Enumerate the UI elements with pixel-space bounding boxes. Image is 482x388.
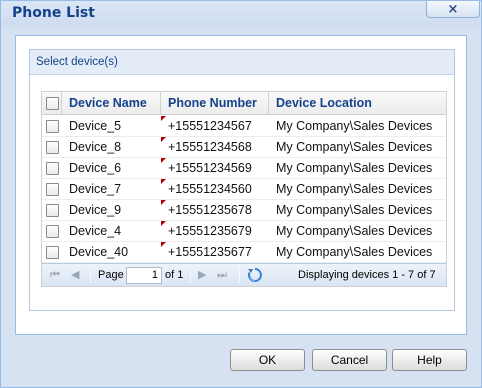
dialog-title: Phone List [12,5,95,21]
close-button[interactable]: × [426,1,480,18]
device-name-cell: Device_40 [69,245,129,259]
device-location-cell: My Company\Sales Devices [276,161,433,175]
help-button[interactable]: Help [392,349,467,371]
modified-marker [161,242,166,247]
phone-number-cell: +15551234560 [161,179,269,200]
device-name-cell: Device_7 [69,182,122,196]
table-row[interactable]: Device_7 +15551234560 My Company\Sales Dev… [42,179,446,200]
column-header-phone-number[interactable]: Phone Number [161,92,269,115]
modified-marker [161,158,166,163]
phone-number-cell: +15551235677 [161,242,269,263]
device-name-cell: Device_5 [69,119,122,133]
device-location-cell: My Company\Sales Devices [276,203,433,217]
device-name-cell: Device_8 [69,140,122,154]
dialog-body: Select device(s) Device Name Phone Numbe… [15,35,467,335]
phone-list-dialog: Phone List × Select device(s) Device Nam… [0,0,482,388]
column-header-device-name[interactable]: Device Name [62,92,161,115]
phone-number-text: +15551234560 [168,182,252,196]
page-number-input[interactable]: 1 [126,267,162,284]
row-checkbox[interactable] [46,162,59,175]
cancel-button[interactable]: Cancel [312,349,387,371]
page-label: Page [98,269,124,281]
phone-number-text: +15551235679 [168,224,252,238]
toolbar-separator [90,268,91,283]
close-icon: × [447,1,459,17]
table-row[interactable]: Device_40 +15551235677 My Company\Sales De… [42,242,446,263]
device-name-cell: Device_6 [69,161,122,175]
modified-marker [161,116,166,121]
modified-marker [161,137,166,142]
toolbar-separator [239,268,240,283]
row-checkbox[interactable] [46,204,59,217]
phone-number-text: +15551234568 [168,140,252,154]
row-checkbox[interactable] [46,225,59,238]
previous-page-icon[interactable]: ◀ [71,268,79,282]
table-row[interactable]: Device_8 +15551234568 My Company\Sales Dev… [42,137,446,158]
table-row[interactable]: Device_9 +15551235678 My Company\Sales Dev… [42,200,446,221]
row-checkbox[interactable] [46,246,59,259]
phone-number-text: +15551234567 [168,119,252,133]
modified-marker [161,179,166,184]
phone-number-cell: +15551235678 [161,200,269,221]
ok-button[interactable]: OK [230,349,305,371]
device-name-cell: Device_4 [69,224,122,238]
table-row[interactable]: Device_6 +15551234569 My Company\Sales Dev… [42,158,446,179]
device-location-cell: My Company\Sales Devices [276,245,433,259]
device-location-cell: My Company\Sales Devices [276,119,433,133]
phone-number-cell: +15551234567 [161,116,269,137]
title-bar[interactable]: Phone List × [1,1,481,27]
device-grid: Device Name Phone Number Device Location… [41,91,447,287]
device-location-cell: My Company\Sales Devices [276,224,433,238]
modified-marker [161,221,166,226]
page-count-label: of 1 [165,269,184,281]
refresh-icon[interactable] [247,267,263,283]
phone-number-cell: +15551234568 [161,137,269,158]
toolbar-separator [190,268,191,283]
device-name-cell: Device_9 [69,203,122,217]
row-checkbox[interactable] [46,183,59,196]
paging-toolbar: ⏮ ◀ Page 1 of 1 ▶ ⏭ Displaying devices 1… [42,263,446,286]
table-row[interactable]: Device_4 +15551235679 My Company\Sales Dev… [42,221,446,242]
row-checkbox[interactable] [46,141,59,154]
paging-display-text: Displaying devices 1 - 7 of 7 [298,269,436,281]
grid-header: Device Name Phone Number Device Location [42,92,446,115]
select-all-cell [42,92,62,115]
phone-number-text: +15551234569 [168,161,252,175]
phone-number-cell: +15551235679 [161,221,269,242]
next-page-icon[interactable]: ▶ [198,268,206,282]
phone-number-cell: +15551234569 [161,158,269,179]
phone-number-text: +15551235677 [168,245,252,259]
column-header-device-location[interactable]: Device Location [269,92,446,115]
row-checkbox[interactable] [46,120,59,133]
device-location-cell: My Company\Sales Devices [276,182,433,196]
phone-number-text: +15551235678 [168,203,252,217]
device-location-cell: My Company\Sales Devices [276,140,433,154]
last-page-icon[interactable]: ⏭ [217,268,227,282]
device-panel: Select device(s) Device Name Phone Numbe… [29,49,455,311]
table-row[interactable]: Device_5 +15551234567 My Company\Sales Dev… [42,116,446,137]
select-all-checkbox[interactable] [46,97,59,110]
modified-marker [161,200,166,205]
first-page-icon[interactable]: ⏮ [50,268,60,282]
panel-title: Select device(s) [36,56,118,68]
panel-header: Select device(s) [30,50,454,75]
